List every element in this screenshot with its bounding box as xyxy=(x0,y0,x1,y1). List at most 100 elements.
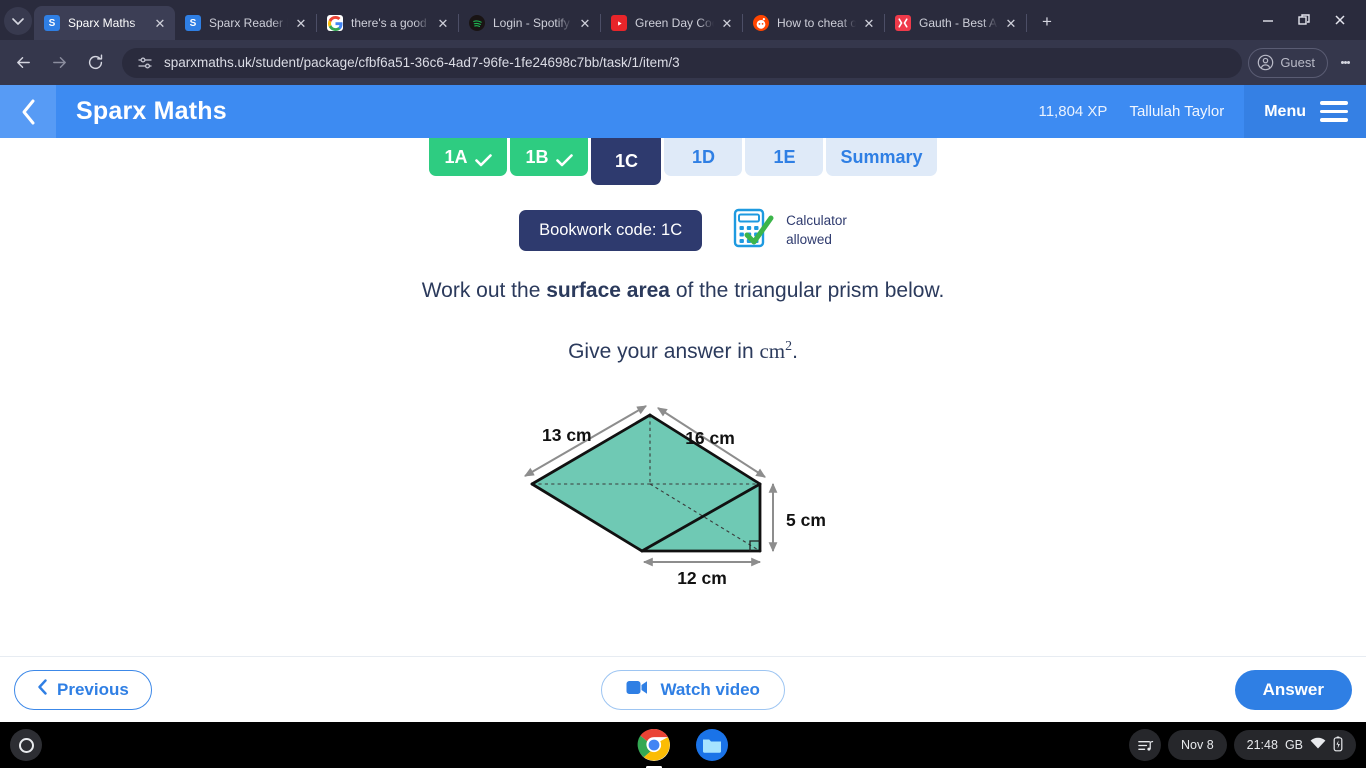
tab-list: S Sparx Maths ✕ S Sparx Reader Log ✕ xyxy=(34,0,1250,40)
hamburger-icon xyxy=(1320,96,1348,127)
watch-video-button[interactable]: Watch video xyxy=(601,669,785,710)
browser-tab[interactable]: Gauth - Best AI H ✕ xyxy=(885,6,1026,40)
close-window-button[interactable] xyxy=(1322,8,1358,32)
browser-tab[interactable]: there's a good rea ✕ xyxy=(317,6,458,40)
tray-time: 21:48 xyxy=(1246,738,1278,752)
chevron-left-icon xyxy=(22,99,34,124)
menu-label: Menu xyxy=(1264,102,1306,120)
omnibox-toolbar: sparxmaths.uk/student/package/cfbf6a51-3… xyxy=(0,40,1366,85)
profile-label: Guest xyxy=(1280,55,1315,70)
prompt-bold: surface area xyxy=(546,279,670,302)
media-control-button[interactable] xyxy=(1129,729,1161,761)
window-controls xyxy=(1250,8,1366,32)
task-tab-1c[interactable]: 1C xyxy=(591,138,662,185)
date-tray-button[interactable]: Nov 8 xyxy=(1168,730,1227,760)
task-tab-label: 1C xyxy=(614,151,638,171)
launcher-circle-icon xyxy=(18,737,34,753)
tab-favicon-sparx-reader: S xyxy=(185,15,201,31)
shelf-item-chrome[interactable] xyxy=(637,728,671,768)
task-tab-1e[interactable]: 1E xyxy=(745,138,824,176)
browser-menu-button[interactable] xyxy=(1332,48,1358,78)
answer-label: Answer xyxy=(1262,679,1324,699)
question-prompt: Work out the surface area of the triangu… xyxy=(0,279,1366,303)
check-icon xyxy=(475,151,493,167)
tab-close-icon[interactable]: ✕ xyxy=(151,14,169,32)
answer-button[interactable]: Answer xyxy=(1234,669,1352,710)
reddit-icon xyxy=(756,18,766,29)
answer-units-part-1: Give your answer in xyxy=(568,340,760,363)
tab-close-icon[interactable]: ✕ xyxy=(860,14,878,32)
tab-close-icon[interactable]: ✕ xyxy=(434,14,452,32)
bookwork-row: Bookwork code: 1C Calculator allowed xyxy=(0,207,1366,254)
page-settings-icon[interactable] xyxy=(136,54,154,72)
back-button[interactable] xyxy=(8,48,38,78)
tab-favicon-reddit xyxy=(753,15,769,31)
task-tab-1a[interactable]: 1A xyxy=(429,138,508,176)
tray-keyboard-layout: GB xyxy=(1284,738,1303,752)
tab-close-icon[interactable]: ✕ xyxy=(1002,14,1020,32)
tab-search-button[interactable] xyxy=(4,7,32,35)
prompt-part-1: Work out the xyxy=(421,279,547,302)
chrome-icon xyxy=(637,728,670,761)
system-tray: Nov 8 21:48 GB xyxy=(1129,729,1356,761)
video-camera-icon xyxy=(626,679,649,701)
task-tab-label: 1E xyxy=(773,146,796,167)
answer-units-line: Give your answer in cm2. xyxy=(0,338,1366,364)
profile-chip[interactable]: Guest xyxy=(1248,47,1328,78)
app-header: Sparx Maths 11,804 XP Tallulah Taylor Me… xyxy=(0,85,1366,138)
chevron-down-icon xyxy=(12,18,24,25)
task-tab-label: 1A xyxy=(444,146,468,167)
tab-title: there's a good rea xyxy=(351,16,430,30)
calculator-line-1: Calculator xyxy=(786,213,847,229)
status-tray-button[interactable]: 21:48 GB xyxy=(1233,730,1356,760)
launcher-button[interactable] xyxy=(10,729,42,761)
tab-close-icon[interactable]: ✕ xyxy=(292,14,310,32)
address-bar[interactable]: sparxmaths.uk/student/package/cfbf6a51-3… xyxy=(122,47,1243,78)
sliders-icon xyxy=(138,56,152,69)
xp-counter: 11,804 XP xyxy=(1038,103,1108,120)
new-tab-button[interactable]: + xyxy=(1033,8,1061,36)
tab-title: How to cheat on xyxy=(777,16,856,30)
chromeos-shelf: Nov 8 21:48 GB xyxy=(0,722,1366,768)
calculator-line-2: allowed xyxy=(786,231,832,247)
figure-container: 13 cm 16 cm 5 cm 12 cm xyxy=(0,399,1366,589)
browser-tab[interactable]: Green Day Cooks ✕ xyxy=(601,6,742,40)
menu-button[interactable]: Menu xyxy=(1244,85,1366,138)
task-tab-summary[interactable]: Summary xyxy=(826,138,937,176)
label-base: 12 cm xyxy=(677,568,727,588)
browser-tab[interactable]: How to cheat on ✕ xyxy=(743,6,884,40)
browser-tab[interactable]: S Sparx Maths ✕ xyxy=(34,6,175,40)
tab-favicon-google xyxy=(327,15,343,31)
files-icon xyxy=(696,729,728,761)
task-tab-bar: 1A 1B 1C 1D 1E Summary xyxy=(0,138,1366,185)
shelf-item-files[interactable] xyxy=(695,728,729,762)
watch-video-label: Watch video xyxy=(660,679,760,699)
sparx-app: Sparx Maths 11,804 XP Tallulah Taylor Me… xyxy=(0,85,1366,722)
reload-button[interactable] xyxy=(80,48,110,78)
task-tab-label: 1B xyxy=(525,146,549,167)
browser-tab[interactable]: S Sparx Reader Log ✕ xyxy=(175,6,316,40)
tab-close-icon[interactable]: ✕ xyxy=(576,14,594,32)
answer-units-math: cm2 xyxy=(759,338,792,363)
task-tab-1b[interactable]: 1B xyxy=(510,138,589,176)
reload-icon xyxy=(88,54,102,70)
app-header-right: 11,804 XP Tallulah Taylor Menu xyxy=(1038,85,1366,138)
browser-tab[interactable]: Login - Spotify ✕ xyxy=(459,6,600,40)
wifi-icon xyxy=(1310,737,1326,753)
spotify-icon xyxy=(472,19,482,27)
close-icon xyxy=(1335,15,1345,25)
back-arrow-icon xyxy=(16,57,30,68)
previous-button[interactable]: Previous xyxy=(14,669,152,710)
task-tab-1d[interactable]: 1D xyxy=(664,138,743,176)
calculator-allowed-indicator: Calculator allowed xyxy=(732,207,847,254)
maximize-button[interactable] xyxy=(1286,8,1322,32)
minimize-button[interactable] xyxy=(1250,8,1286,32)
tab-favicon-youtube xyxy=(611,15,627,31)
tab-favicon-spotify xyxy=(469,15,485,31)
bookwork-code-badge: Bookwork code: 1C xyxy=(519,210,703,251)
label-length: 16 cm xyxy=(685,428,735,448)
tab-close-icon[interactable]: ✕ xyxy=(718,14,736,32)
app-back-button[interactable] xyxy=(0,85,56,138)
user-name: Tallulah Taylor xyxy=(1129,103,1225,120)
forward-button[interactable] xyxy=(44,48,74,78)
